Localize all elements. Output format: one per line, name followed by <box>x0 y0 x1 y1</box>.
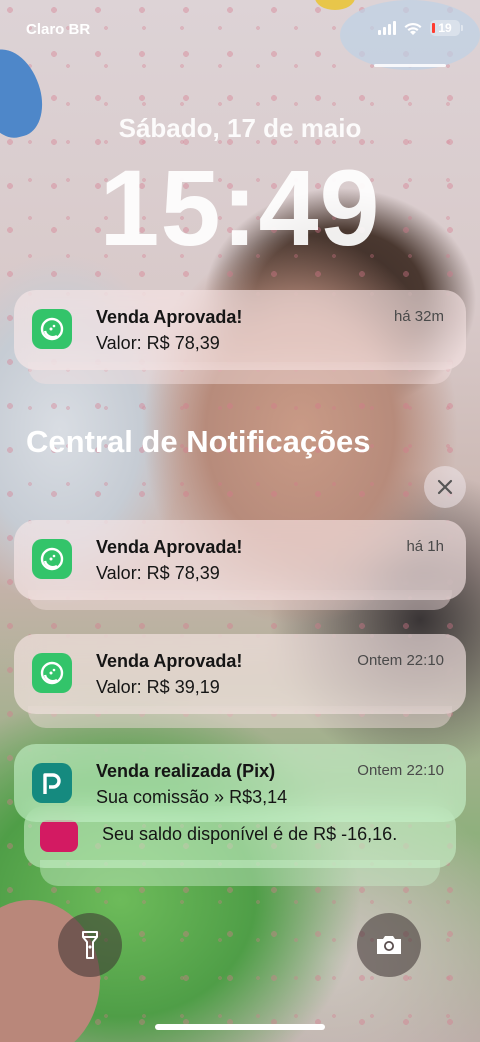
notification-time: Ontem 22:10 <box>357 762 444 779</box>
notification-body: Sua comissão » R$3,14 <box>96 787 288 807</box>
notification-card[interactable]: Venda realizada (Pix) Sua comissão » R$3… <box>14 744 466 822</box>
notification-time: Ontem 22:10 <box>357 652 444 669</box>
camera-button[interactable] <box>357 913 421 977</box>
clear-notifications-button[interactable] <box>424 466 466 508</box>
notification-body: Valor: R$ 39,19 <box>96 677 220 697</box>
notification-title: Venda Aprovada! <box>96 537 243 557</box>
pix-app-icon <box>32 763 72 803</box>
notification-body: Valor: R$ 78,39 <box>96 333 220 353</box>
notification-card[interactable]: Venda Aprovada! Valor: R$ 78,39 há 1h <box>14 520 466 600</box>
notification-center-title: Central de Notificações <box>26 424 371 459</box>
notification-title: Venda Aprovada! <box>96 651 243 671</box>
battery-icon: 19 <box>430 20 463 36</box>
wallet-app-icon <box>40 820 78 852</box>
flashlight-button[interactable] <box>58 913 122 977</box>
stacked-notification-body: Seu saldo disponível é de R$ -16,16. <box>102 824 398 844</box>
home-indicator[interactable] <box>155 1024 325 1030</box>
flashlight-icon <box>82 931 98 959</box>
notification-body: Valor: R$ 78,39 <box>96 563 220 583</box>
wifi-icon <box>404 22 422 35</box>
lock-date: Sábado, 17 de maio <box>118 113 362 143</box>
battery-level: 19 <box>438 21 452 35</box>
carrier-name: Claro BR <box>26 21 91 38</box>
status-underline <box>374 64 446 67</box>
notification-card[interactable]: Venda Aprovada! Valor: R$ 39,19 Ontem 22… <box>14 634 466 714</box>
notification-time: há 1h <box>406 538 444 555</box>
lime-app-icon <box>32 539 72 579</box>
status-icons: 19 <box>378 20 463 36</box>
notification-title: Venda realizada (Pix) <box>96 761 276 781</box>
notification-title: Venda Aprovada! <box>96 307 243 327</box>
lime-app-icon <box>32 653 72 693</box>
lime-app-icon <box>32 309 72 349</box>
notification-time: há 32m <box>393 308 444 325</box>
status-bar: Claro BR 19 <box>0 18 480 67</box>
notification-card[interactable]: Venda Aprovada! Valor: R$ 78,39 há 32m <box>14 290 466 370</box>
close-icon <box>437 479 453 495</box>
camera-icon <box>377 936 401 954</box>
signal-icon <box>378 21 396 35</box>
lock-time: 15:49 <box>99 147 381 268</box>
